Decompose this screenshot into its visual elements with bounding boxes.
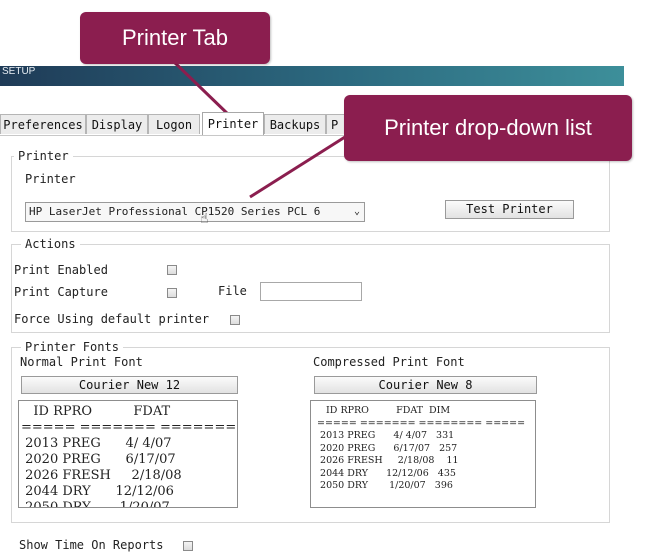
printer-tab-pointer bbox=[170, 58, 233, 119]
printer-tab-callout: Printer Tab bbox=[80, 12, 270, 64]
callout-pointers bbox=[170, 58, 346, 199]
tab-printer[interactable]: Printer bbox=[202, 112, 264, 135]
dropdown-pointer bbox=[249, 135, 346, 199]
dropdown-callout: Printer drop-down list bbox=[344, 95, 632, 161]
